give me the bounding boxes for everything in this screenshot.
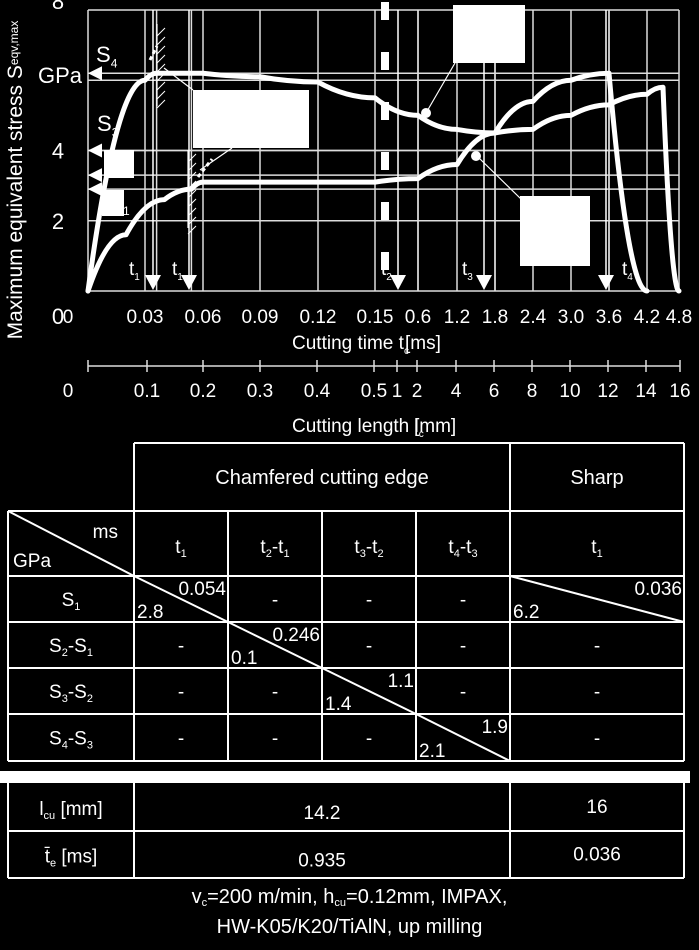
cell-value-stress: 6.2 (513, 602, 539, 623)
cell-value: - (178, 636, 184, 657)
caption-line-2: HW-K05/K20/TiAlN, up milling (216, 916, 483, 938)
cell-value-time: 1.1 (388, 671, 414, 692)
row-header: S4-S3 (49, 729, 93, 752)
cell-value-time: 1.9 (482, 717, 508, 738)
cell-value-stress: 1.4 (325, 694, 352, 715)
table-separator (0, 771, 690, 783)
summary-value-chamfered: 14.2 (304, 803, 341, 824)
column-header: t2-t1 (260, 537, 289, 560)
column-header: t4-t3 (448, 537, 477, 560)
cell-value: - (366, 590, 372, 611)
corner-label-ms: ms (93, 522, 118, 543)
cell-value: - (460, 682, 466, 703)
cell-value-time: 0.036 (634, 579, 682, 600)
row-header: S2-S1 (49, 636, 93, 659)
cell-value: - (460, 636, 466, 657)
cell-value: - (366, 636, 372, 657)
cell-value: - (594, 682, 600, 703)
corner-label-gpa: GPa (13, 551, 51, 572)
cell-value: - (594, 729, 600, 750)
cell-value: - (272, 590, 278, 611)
cell-value-stress: 0.1 (231, 648, 257, 669)
group-header-sharp: Sharp (570, 467, 623, 489)
cell-value: - (178, 729, 184, 750)
column-header: t3-t2 (354, 537, 383, 560)
cell-value: - (178, 682, 184, 703)
row-header: S1 (62, 590, 81, 613)
caption: vc=200 m/min, hcu=0.12mm, IMPAX, HW-K05/… (0, 885, 699, 939)
cell-value: - (366, 729, 372, 750)
summary-value-sharp: 0.036 (573, 845, 621, 866)
summary-value-sharp: 16 (586, 797, 607, 818)
cell-value: - (272, 682, 278, 703)
summary-row-header: t̄e [ms] (44, 847, 97, 870)
cell-value-time: 0.054 (178, 579, 226, 600)
cell-value: - (594, 636, 600, 657)
column-header: t1 (591, 537, 602, 560)
row-header: S3-S2 (49, 682, 93, 705)
cell-value: - (272, 729, 278, 750)
cell-value: - (460, 590, 466, 611)
cell-value-time: 0.246 (272, 625, 320, 646)
column-header: t1 (175, 537, 186, 560)
cell-value-stress: 2.8 (137, 602, 163, 623)
group-header-chamfered: Chamfered cutting edge (215, 467, 428, 489)
caption-line-1: vc=200 m/min, hcu=0.12mm, IMPAX, (191, 886, 508, 909)
cell-value-stress: 2.1 (419, 741, 445, 762)
results-table: Chamfered cutting edge Sharp ms GPa t1 t2-t1 t… (0, 442, 690, 879)
summary-value-chamfered: 0.935 (298, 851, 346, 872)
summary-row-header: lcu [mm] (39, 799, 102, 822)
